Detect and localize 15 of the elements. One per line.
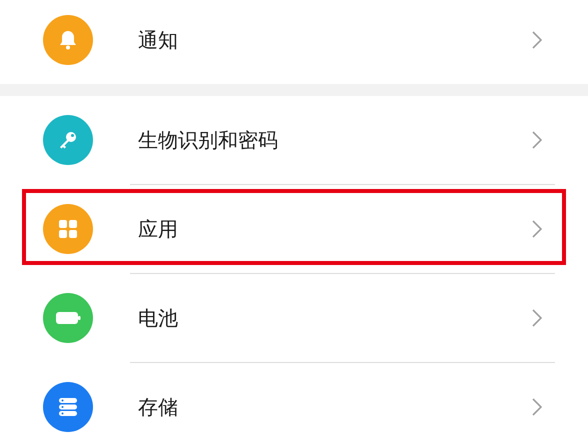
chevron-icon: [532, 131, 542, 149]
chevron-icon: [532, 220, 542, 238]
item-label: 电池: [138, 305, 179, 332]
item-label: 通知: [138, 27, 179, 54]
battery-icon: [43, 293, 93, 343]
item-label: 应用: [138, 216, 179, 243]
item-label: 生物识别和密码: [138, 127, 279, 154]
chevron-icon: [532, 309, 542, 327]
chevron-icon: [532, 31, 542, 49]
bell-icon: [43, 15, 93, 65]
grid-icon: [43, 204, 93, 254]
item-label: 存储: [138, 394, 179, 421]
storage-icon: [43, 382, 93, 432]
key-icon: [43, 115, 93, 165]
chevron-icon: [532, 398, 542, 416]
